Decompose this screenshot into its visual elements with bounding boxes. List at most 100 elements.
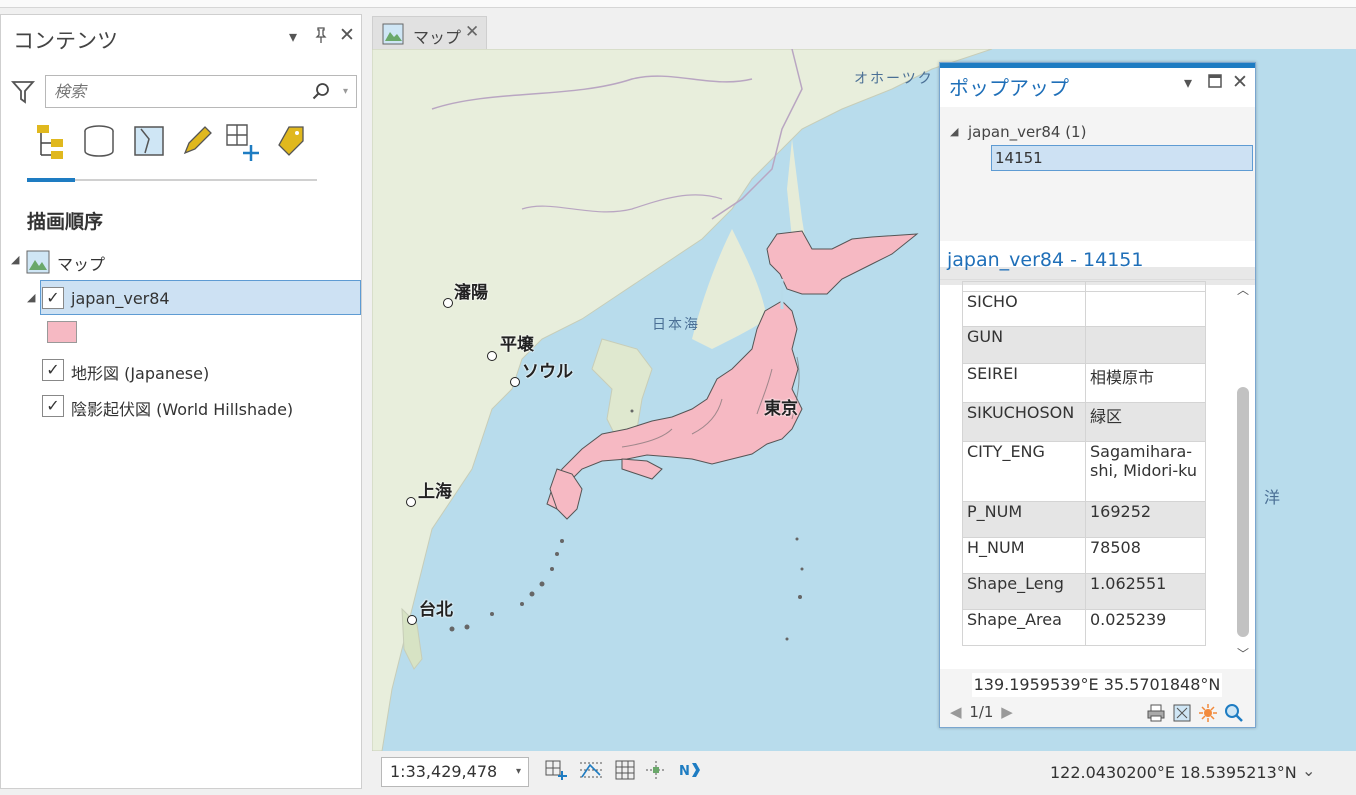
layer-visibility-checkbox[interactable]: ✓ [42, 395, 64, 417]
attr-value: 78508 [1085, 537, 1206, 574]
toolbar-selected-indicator [27, 178, 75, 182]
attr-key: SICHO [962, 291, 1086, 327]
city-label-tokyo: 東京 [764, 399, 798, 419]
section-title: 描画順序 [27, 211, 104, 233]
search-options-chevron-icon[interactable]: ▾ [343, 86, 348, 97]
city-label-taipei: 台北 [419, 600, 453, 620]
city-marker [443, 298, 453, 308]
map-node-label[interactable]: マップ [57, 251, 105, 275]
selection-icon[interactable] [131, 123, 165, 163]
map-status-bar: 1:33,429,478 ▾ N 122.0430200°E 18.539521… [372, 751, 1356, 791]
pin-icon[interactable] [315, 27, 327, 47]
previous-icon[interactable]: ◀ [950, 703, 962, 721]
attr-key: P_NUM [962, 501, 1086, 538]
coordinate-options-chevron-icon[interactable]: ⌄ [1302, 761, 1315, 780]
svg-text:N: N [679, 764, 690, 779]
attr-value: 緑区 [1085, 402, 1206, 442]
print-icon[interactable] [1146, 703, 1166, 723]
scroll-up-icon[interactable]: ︿ [1237, 281, 1249, 298]
popup-pane: ポップアップ ▾ ✕ ◢ japan_ver84 (1) 14151 japan… [939, 62, 1256, 728]
scale-dropdown-chevron-icon[interactable]: ▾ [516, 758, 521, 786]
close-tab-icon[interactable]: ✕ [465, 22, 479, 42]
scale-selector[interactable]: 1:33,429,478 ▾ [381, 757, 529, 787]
layer-symbol-swatch[interactable] [47, 321, 77, 343]
attribute-scrollbar[interactable]: ︿ ﹀ [1233, 281, 1253, 663]
collapse-triangle-icon[interactable]: ◢ [11, 253, 19, 266]
layer-name[interactable]: 陰影起伏図 (World Hillshade) [71, 396, 293, 420]
attr-key: GUN [962, 326, 1086, 364]
attr-key: SEIREI [962, 363, 1086, 403]
feature-title: japan_ver84 - 14151 [947, 249, 1144, 271]
sea-label-okhotsk: オホーツク [854, 71, 934, 87]
drawing-order-icon[interactable] [29, 123, 63, 163]
scroll-down-icon[interactable]: ﹀ [1237, 645, 1249, 662]
layer-visibility-checkbox[interactable]: ✓ [42, 359, 64, 381]
table-row: CITY_ENG Sagamihara-shi, Midori-ku [962, 441, 1206, 502]
attr-value: 0.025239 [1085, 609, 1206, 646]
attribute-table: SICHO GUN SEIREI 相模原市 SIKUCHOSON 緑区 CITY_E… [962, 281, 1206, 646]
snapping-icon[interactable] [225, 123, 259, 163]
city-label-shenyang: 瀋陽 [454, 283, 488, 303]
popup-feature-item[interactable]: 14151 [991, 145, 1253, 171]
contents-title: コンテンツ [13, 29, 118, 53]
next-icon[interactable]: ▶ [1001, 703, 1013, 721]
cursor-coordinate: 122.0430200°E 18.5395213°N [1050, 763, 1297, 782]
table-row: P_NUM 169252 [962, 501, 1206, 538]
flash-icon[interactable] [1198, 703, 1218, 723]
popup-title: ポップアップ [949, 76, 1069, 100]
attr-value [1085, 291, 1206, 327]
map-tab-icon [382, 23, 404, 49]
layer-name[interactable]: 地形図 (Japanese) [71, 360, 209, 384]
attr-value: 相模原市 [1085, 363, 1206, 403]
collapse-triangle-icon[interactable]: ◢ [950, 125, 958, 138]
popup-layer-node[interactable]: japan_ver84 (1) [968, 123, 1086, 141]
attr-value: Sagamihara-shi, Midori-ku [1085, 441, 1206, 502]
maximize-icon[interactable] [1208, 73, 1222, 92]
city-marker [510, 377, 520, 387]
contents-pane: コンテンツ ▾ ✕ ▾ 描画順序 [0, 14, 362, 789]
contents-toolbar [27, 123, 317, 183]
popup-accent-bar [940, 63, 1255, 68]
city-label-pyongyang: 平壌 [500, 335, 534, 355]
search-field[interactable]: ▾ [45, 75, 357, 108]
sea-label-ocean: 洋 [1264, 488, 1283, 507]
editing-icon[interactable] [179, 123, 213, 163]
fixed-zoom-icon[interactable] [544, 759, 568, 781]
zoom-to-icon[interactable] [1172, 703, 1192, 723]
table-row: SIKUCHOSON 緑区 [962, 402, 1206, 442]
city-label-shanghai: 上海 [418, 482, 452, 502]
layer-visibility-checkbox[interactable]: ✓ [42, 287, 64, 309]
snapping-toggle-icon[interactable] [644, 759, 668, 781]
zoom-search-icon[interactable] [1224, 703, 1244, 723]
grid-snap-icon[interactable] [578, 759, 602, 781]
data-source-icon[interactable] [81, 123, 115, 163]
close-icon[interactable]: ✕ [1232, 71, 1248, 93]
city-label-seoul: ソウル [522, 362, 573, 382]
tab-map[interactable]: マップ ✕ [372, 16, 487, 49]
attr-key: Shape_Leng [962, 573, 1086, 610]
layer-collapse-triangle-icon[interactable]: ◢ [27, 291, 35, 304]
attr-key: CITY_ENG [962, 441, 1086, 502]
popup-options-chevron-icon[interactable]: ▾ [1184, 73, 1192, 92]
map-icon [26, 250, 52, 276]
grid-icon[interactable] [614, 759, 638, 781]
close-icon[interactable]: ✕ [339, 24, 355, 46]
attr-value [1085, 326, 1206, 364]
north-arrow-icon[interactable]: N [678, 759, 702, 781]
city-marker [407, 615, 417, 625]
layer-name[interactable]: japan_ver84 [71, 289, 170, 308]
search-icon[interactable] [312, 82, 330, 104]
search-input[interactable] [54, 76, 294, 106]
filter-icon[interactable] [10, 79, 36, 105]
city-marker [406, 497, 416, 507]
scale-value: 1:33,429,478 [390, 762, 498, 781]
table-row: Shape_Leng 1.062551 [962, 573, 1206, 610]
popup-navigation: ◀ 1/1 ▶ [950, 703, 1013, 721]
table-row: SICHO [962, 291, 1206, 327]
window-top-band [0, 0, 1356, 8]
divider [940, 279, 1255, 280]
sea-label-japan: 日本海 [652, 317, 700, 333]
labeling-icon[interactable] [275, 123, 309, 163]
pane-options-chevron-icon[interactable]: ▾ [289, 27, 297, 46]
scroll-thumb[interactable] [1237, 387, 1249, 637]
